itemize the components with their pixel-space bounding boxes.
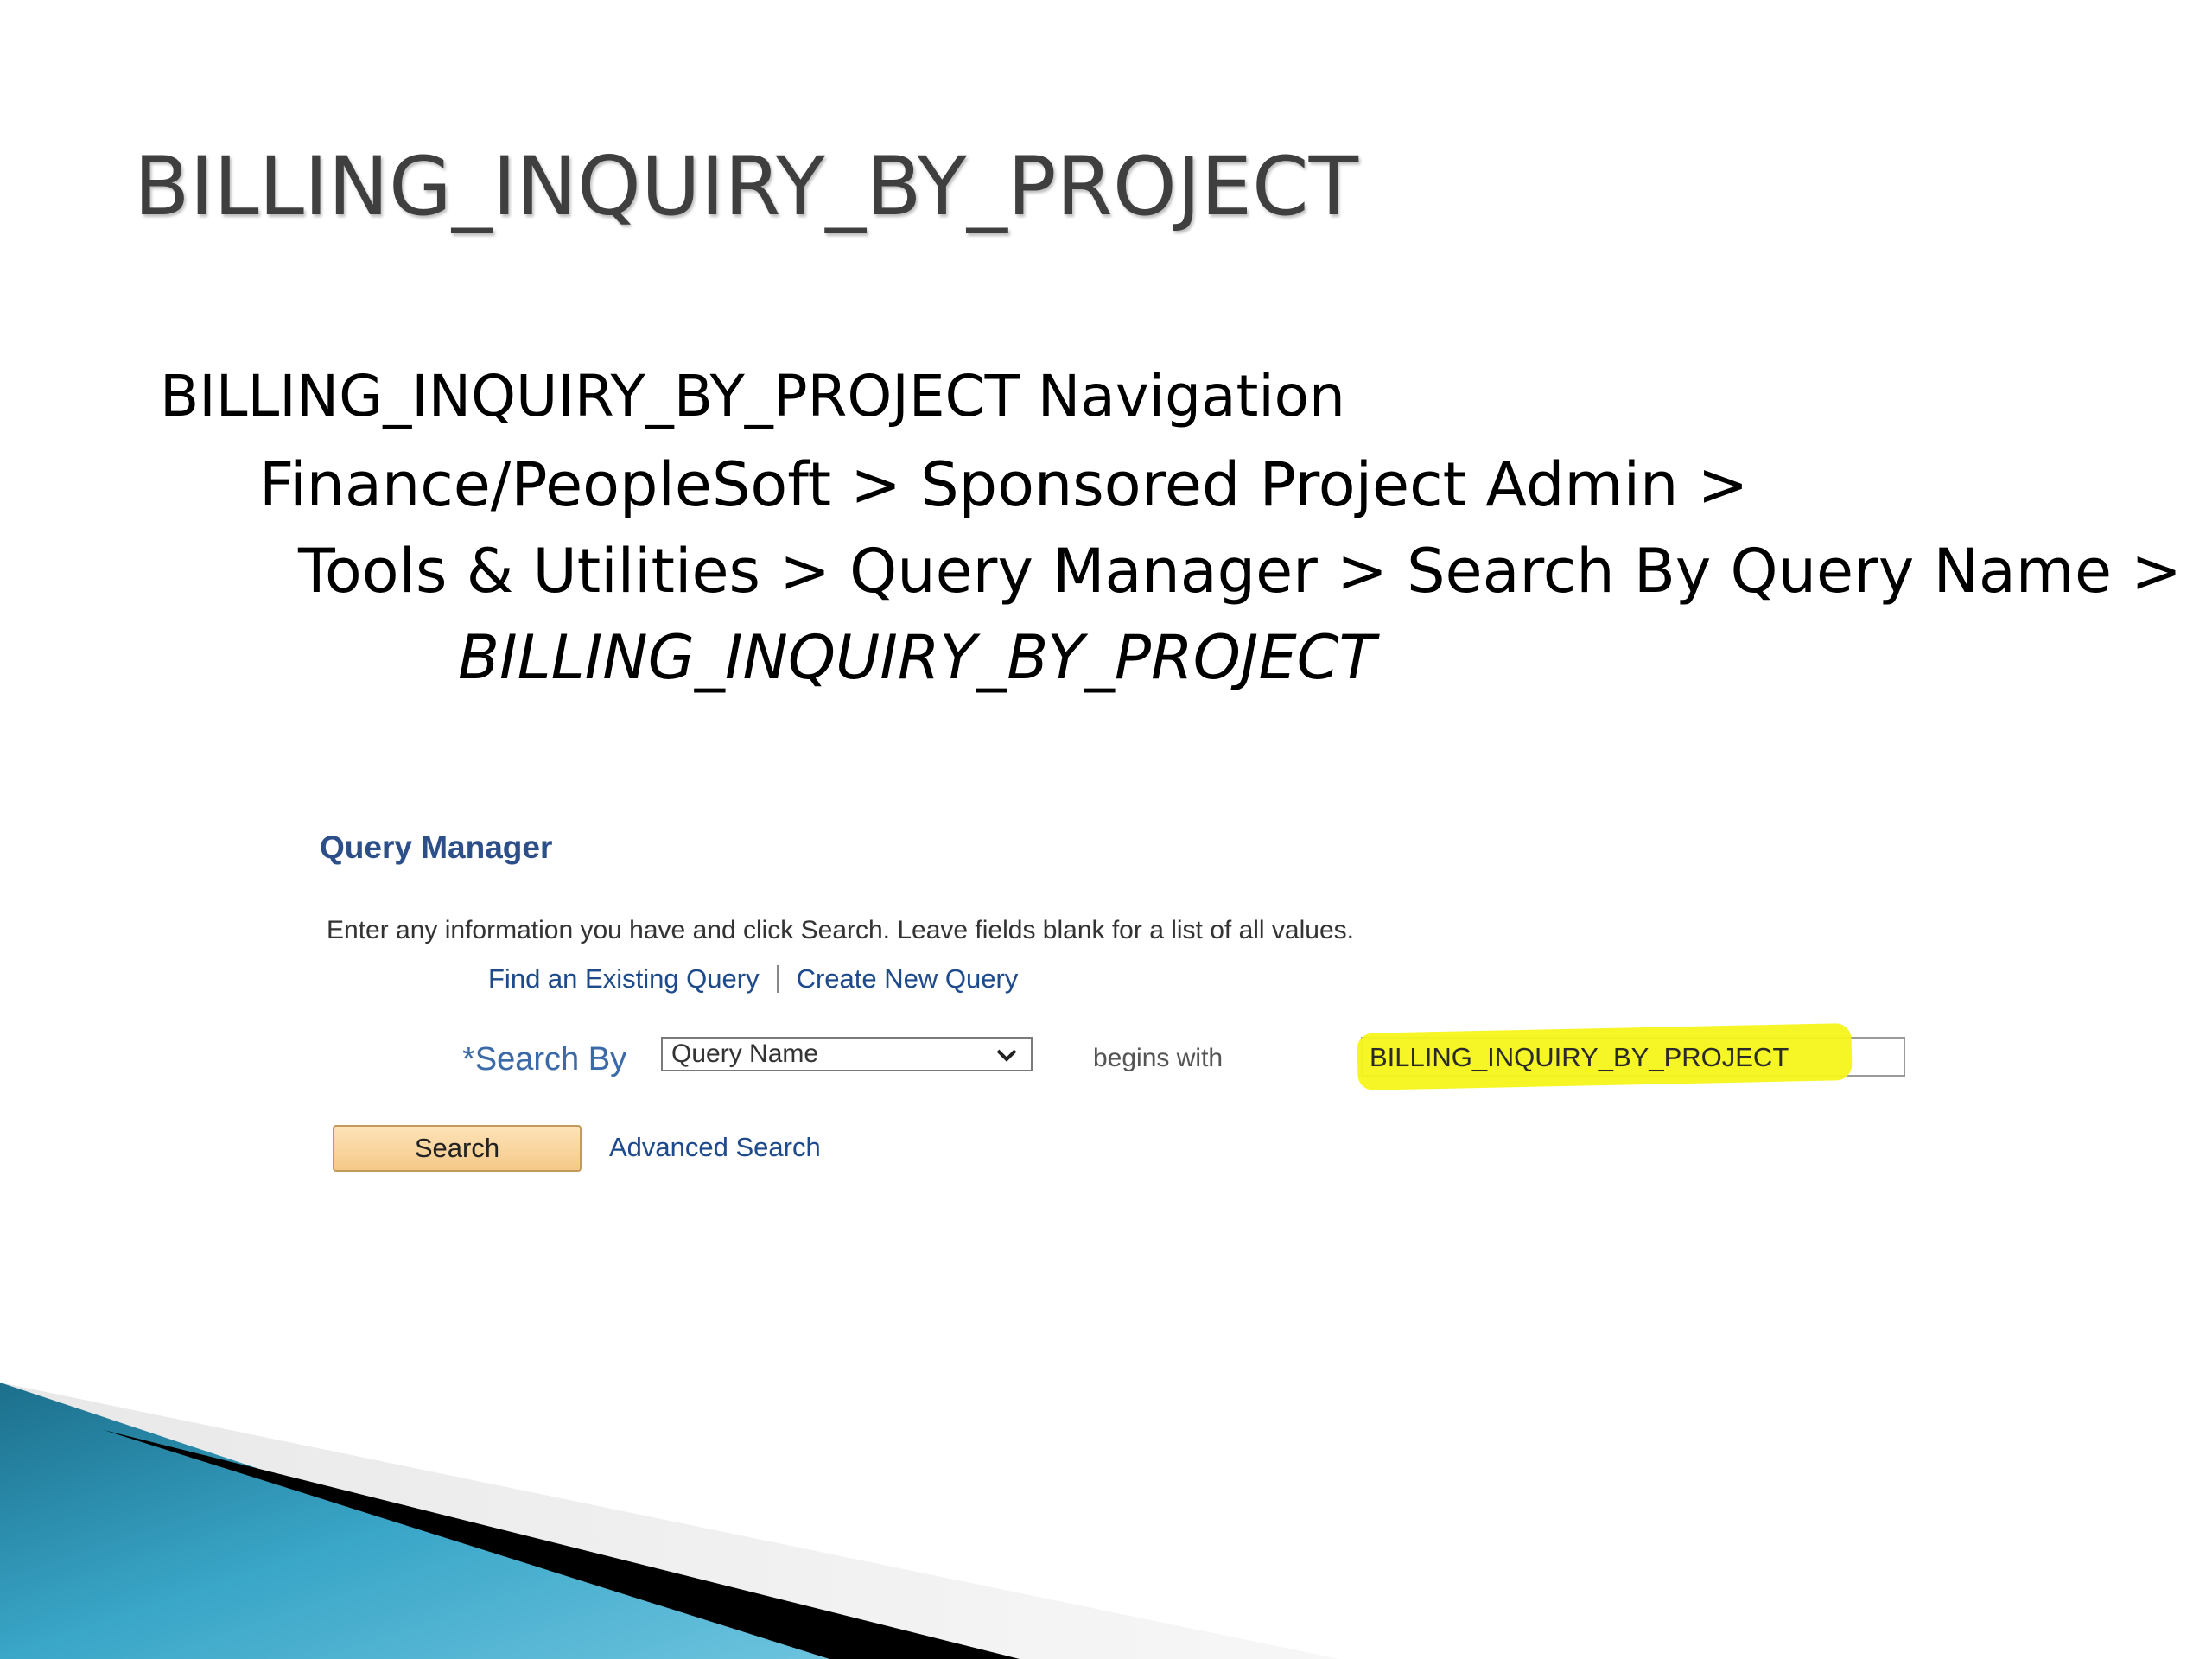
navigation-heading: BILLING_INQUIRY_BY_PROJECT Navigation: [160, 363, 1345, 429]
query-manager-screenshot: Query Manager Enter any information you …: [311, 830, 1953, 1192]
navigation-path-line-3: BILLING_INQUIRY_BY_PROJECT: [458, 622, 1376, 693]
search-by-label: *Search By: [462, 1041, 627, 1077]
chevron-down-icon: [996, 1049, 1017, 1062]
tab-create-new-query[interactable]: Create New Query: [797, 963, 1019, 995]
slide-corner-decoration: [0, 1382, 1339, 1659]
tab-find-existing-query[interactable]: Find an Existing Query: [488, 963, 760, 995]
search-value-input[interactable]: BILLING_INQUIRY_BY_PROJECT: [1357, 1023, 1905, 1090]
tab-separator: [776, 965, 779, 993]
navigation-path-line-1: Finance/PeopleSoft > Sponsored Project A…: [259, 449, 1749, 520]
navigation-path-line-2: Tools & Utilities > Query Manager > Sear…: [298, 536, 2182, 607]
query-manager-tabs: Find an Existing Query Create New Query: [488, 963, 1018, 995]
search-button[interactable]: Search: [333, 1125, 582, 1172]
search-by-selected-value: Query Name: [671, 1039, 819, 1068]
query-manager-instructions: Enter any information you have and click…: [327, 916, 1354, 944]
search-by-select[interactable]: Query Name: [661, 1037, 1033, 1071]
search-value-text: BILLING_INQUIRY_BY_PROJECT: [1370, 1042, 1789, 1072]
query-manager-title: Query Manager: [320, 830, 553, 865]
slide-title: BILLING_INQUIRY_BY_PROJECT: [134, 140, 1359, 234]
operator-label: begins with: [1093, 1044, 1224, 1072]
advanced-search-link[interactable]: Advanced Search: [609, 1132, 821, 1163]
